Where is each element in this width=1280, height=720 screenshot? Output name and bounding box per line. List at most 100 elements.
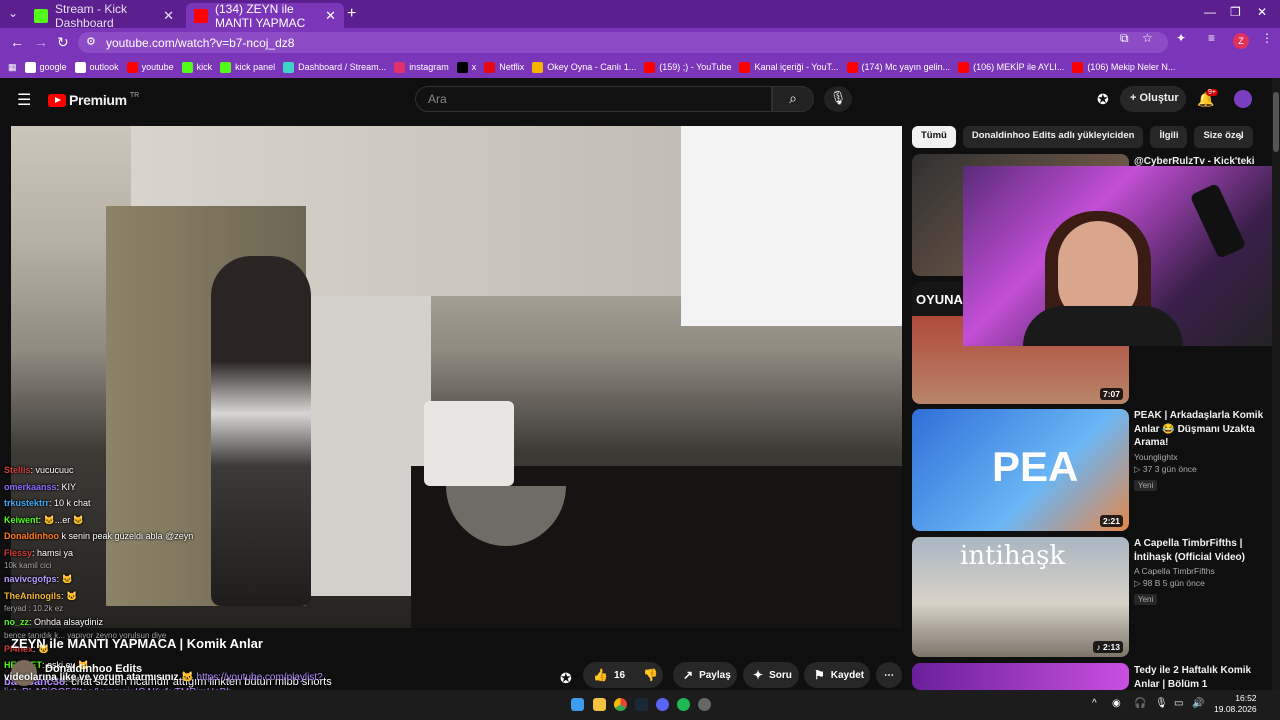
bookmark-item[interactable]: Okey Oyna - Canlı 1... (532, 61, 636, 73)
tray-steam-icon[interactable]: ◉ (1112, 698, 1121, 709)
bookmark-star-icon[interactable]: ☆ (1142, 31, 1153, 45)
bookmark-item[interactable]: instagram (394, 61, 449, 73)
new-tab-plus-icon[interactable]: + (347, 5, 356, 23)
network-icon[interactable]: ▭ (1174, 698, 1183, 709)
rec-thumbnail-3[interactable]: PEA 2:21 (912, 409, 1129, 531)
ask-label: Soru (769, 669, 792, 681)
filter-chip[interactable]: İlgili (1150, 126, 1188, 148)
bookmark-item[interactable]: Dashboard / Stream... (283, 61, 386, 73)
chevron-right-icon[interactable]: › (1238, 128, 1243, 144)
file-explorer-icon[interactable] (593, 698, 606, 711)
filter-chip[interactable]: Donaldinhoo Edits adlı yükleyiciden (962, 126, 1144, 148)
youtube-premium-logo[interactable]: Premium TR (48, 92, 139, 108)
bookmark-item[interactable]: kick panel (220, 61, 275, 73)
microphone-tray-icon[interactable]: 🎙 (1155, 698, 1168, 709)
tray-expand-icon[interactable]: ^ (1092, 698, 1097, 709)
tab-kick-dashboard[interactable]: Stream - Kick Dashboard ✕ (26, 2, 182, 30)
bookmark-item[interactable]: (106) MEKİP ile AYLI... (958, 61, 1064, 73)
search-button[interactable]: ⌕ (772, 86, 814, 112)
chat-username[interactable]: Keiwent (4, 515, 39, 525)
tab-close-icon[interactable]: ✕ (325, 8, 336, 24)
search-input[interactable]: Ara (415, 86, 772, 112)
rec-thumbnail-4[interactable]: intihaşk ♪ 2:13 (912, 537, 1129, 657)
tab-close-icon[interactable]: ✕ (163, 8, 174, 24)
steam-icon[interactable] (635, 698, 648, 711)
app-icon[interactable] (698, 698, 711, 711)
chat-username[interactable]: TheAninogils (4, 591, 61, 601)
ask-button[interactable]: ✦ Soru (743, 662, 799, 688)
more-horizontal-icon: ⋯ (884, 669, 894, 681)
chat-username[interactable]: no_zz (4, 617, 29, 627)
bookmark-item[interactable]: kick (181, 61, 212, 73)
account-avatar[interactable] (1234, 90, 1252, 108)
like-count: 16 (613, 669, 626, 681)
bookmark-item[interactable]: (159) ;) - YouTube (644, 61, 732, 73)
media-control-icon[interactable]: ≡ (1208, 31, 1215, 45)
rec-info-5[interactable]: Tedy ile 2 Haftalık Komik Anlar | Bölüm … (1134, 664, 1274, 691)
video-duration: 7:07 (1099, 388, 1123, 400)
more-actions-button[interactable]: ⋯ (876, 662, 902, 688)
save-button[interactable]: ⚑ Kaydet (804, 662, 870, 688)
rec-thumbnail-5[interactable] (912, 663, 1129, 690)
bookmark-label: (159) ;) - YouTube (659, 62, 732, 72)
forward-arrow-icon[interactable]: → (34, 34, 48, 50)
extensions-icon[interactable]: ✦ (1176, 31, 1186, 45)
filter-chip[interactable]: Tümü (912, 126, 956, 148)
create-button[interactable]: + Oluştur (1120, 86, 1186, 112)
bookmark-item[interactable]: youtube (126, 61, 174, 73)
bookmark-item[interactable]: outlook (74, 61, 119, 73)
chat-username[interactable]: Flessy (4, 548, 32, 558)
bookmark-item[interactable]: (174) Mc yayın gelin... (846, 61, 950, 73)
discord-icon[interactable] (656, 698, 669, 711)
bookmark-item[interactable]: x (456, 61, 476, 73)
sparkle-icon[interactable]: ✪ (560, 670, 572, 687)
voice-search-button[interactable]: 🎙 (824, 86, 852, 112)
spotify-icon[interactable] (677, 698, 690, 711)
thumbs-down-icon[interactable]: 👎 (643, 668, 658, 682)
minimize-icon[interactable]: — (1204, 5, 1216, 19)
chat-link[interactable]: https://youtube.com/playlist? (197, 672, 323, 683)
bookmark-item[interactable]: Kanal içeriği - YouT... (739, 61, 839, 73)
volume-icon[interactable]: 🔊 (1192, 698, 1204, 709)
filter-chip[interactable]: Size özel (1194, 126, 1253, 148)
url-input[interactable]: ⚙ youtube.com/watch?v=b7-ncoj_dz8 (78, 32, 1168, 53)
bookmark-item[interactable]: (106) Mekip Neler N... (1072, 61, 1175, 73)
cast-icon[interactable]: ⧉ (1120, 31, 1129, 46)
tab-youtube-video[interactable]: (134) ZEYN ile MANTI YAPMAC ✕ (186, 2, 344, 30)
site-info-icon[interactable]: ⚙ (86, 35, 96, 48)
tab-search-chevron-icon[interactable]: ⌄ (8, 6, 18, 20)
chat-username[interactable]: trkustektrr (4, 498, 49, 508)
more-menu-icon[interactable]: ⋮ (1261, 31, 1273, 45)
bookmark-item[interactable]: Netflix (484, 61, 524, 73)
menu-hamburger-icon[interactable]: ☰ (17, 90, 31, 110)
video-scene-bucket (424, 401, 514, 486)
profile-avatar[interactable]: Z (1233, 33, 1249, 49)
windows-start-icon[interactable] (571, 698, 584, 711)
share-button[interactable]: ↗ Paylaş (673, 662, 737, 688)
chat-message: Flessy: hamsi ya (4, 545, 424, 562)
chat-username[interactable]: navivcgofps (4, 574, 57, 584)
chat-username[interactable]: Donaldinhoo (4, 531, 59, 541)
rec-info-3[interactable]: PEAK | Arkadaşlarla Komik Anlar 😂 Düşman… (1134, 409, 1274, 493)
rec-info-4[interactable]: A Capella TimbrFifths | İntihaşk (Offici… (1134, 537, 1274, 607)
chat-username[interactable]: omerkaanss (4, 482, 57, 492)
bookmark-favicon-icon (24, 61, 36, 73)
headset-icon[interactable]: 🎧 (1134, 698, 1146, 709)
bookmark-item[interactable]: google (24, 61, 67, 73)
page-scrollbar[interactable] (1272, 78, 1280, 690)
system-clock[interactable]: 16:52 19.08.2026 (1214, 693, 1257, 715)
rec-channel[interactable]: Younglightx (1134, 452, 1274, 462)
thumbs-up-icon[interactable]: 👍 (593, 668, 608, 682)
chat-username[interactable]: Stellis (4, 465, 31, 475)
restore-icon[interactable]: ❐ (1230, 5, 1241, 19)
sparkle-ask-icon: ✦ (753, 668, 764, 682)
apps-grid-icon[interactable]: ▦ (8, 62, 17, 73)
address-bar-row: ← → ↻ ⚙ youtube.com/watch?v=b7-ncoj_dz8 … (0, 28, 1280, 56)
back-arrow-icon[interactable]: ← (10, 34, 24, 50)
scrollbar-thumb[interactable] (1273, 92, 1279, 152)
cast-screen-icon[interactable]: ✪ (1097, 91, 1109, 108)
chrome-icon[interactable] (614, 698, 627, 711)
rec-channel[interactable]: A Capella TimbrFifths (1134, 566, 1274, 576)
close-window-icon[interactable]: ✕ (1257, 5, 1267, 19)
reload-icon[interactable]: ↻ (57, 34, 69, 51)
